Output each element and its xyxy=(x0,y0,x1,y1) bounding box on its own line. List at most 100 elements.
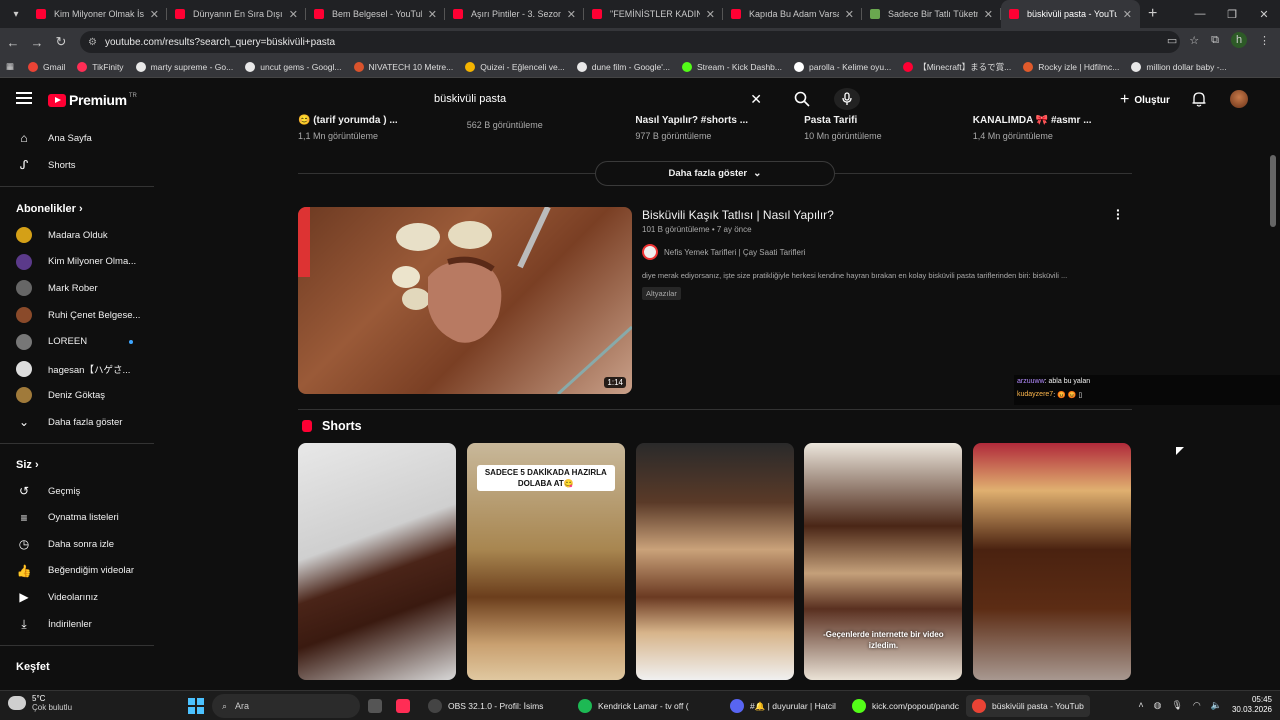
tab-close-icon[interactable]: ✕ xyxy=(428,8,437,21)
cast-icon[interactable]: ▭ xyxy=(1167,34,1177,47)
scrollbar-thumb[interactable] xyxy=(1270,155,1276,227)
taskbar-app[interactable]: Kendrick Lamar - tv off ( xyxy=(578,695,689,717)
search-input[interactable]: büskivüli pasta ✕ xyxy=(424,88,784,110)
menu-icon[interactable] xyxy=(16,92,32,104)
extensions-icon[interactable]: ⧉ xyxy=(1211,34,1219,47)
apps-grid-icon[interactable]: ▦ xyxy=(6,61,14,72)
short-thumbnail[interactable] xyxy=(635,443,794,680)
forward-icon[interactable]: → xyxy=(26,31,48,53)
short-result-caption[interactable]: 😊 (tarif yorumda ) ... 1,1 Mn görüntüleme xyxy=(298,115,398,141)
video-channel[interactable]: Nefis Yemek Tarifleri | Çay Saati Tarifl… xyxy=(642,244,805,260)
clock[interactable]: 05:45 30.03.2026 xyxy=(1232,695,1272,715)
short-result-caption[interactable]: KANALIMDA 🎀 #asmr ... 1,4 Mn görüntüleme xyxy=(973,115,1092,141)
tab-close-icon[interactable]: ✕ xyxy=(845,8,854,21)
browser-menu-icon[interactable]: ⋮ xyxy=(1259,34,1270,47)
browser-tab[interactable]: Kim Milyoner Olmak İster ✕ xyxy=(28,0,167,28)
youtube-logo[interactable]: Premium TR xyxy=(48,92,137,108)
short-result-caption[interactable]: Pasta Tarifi 10 Mn görüntüleme xyxy=(804,115,882,141)
new-tab-button[interactable]: + xyxy=(1148,5,1157,23)
weather-widget[interactable]: 5°C Çok bulutlu xyxy=(8,694,72,712)
browser-tab[interactable]: Aşırı Pintiler - 3. Sezon 2 ✕ xyxy=(445,0,584,28)
sidebar-item-you[interactable]: ⤓ İndirilenler xyxy=(0,611,154,637)
bookmark-item[interactable]: marty supreme - Go... xyxy=(135,61,233,73)
bookmark-item[interactable]: Quizei - Eğlenceli ve... xyxy=(465,61,565,73)
task-view-icon[interactable] xyxy=(368,695,388,717)
short-thumbnail[interactable] xyxy=(973,443,1132,680)
back-icon[interactable]: ← xyxy=(2,31,24,53)
tab-close-icon[interactable]: ✕ xyxy=(289,8,298,21)
tab-close-icon[interactable]: ✕ xyxy=(706,8,715,21)
search-icon[interactable] xyxy=(790,88,814,110)
subscriptions-header[interactable]: Abonelikler › xyxy=(16,203,83,215)
profile-avatar[interactable]: h xyxy=(1231,32,1247,48)
tab-search-button[interactable]: ▾ xyxy=(4,4,28,24)
minimize-icon[interactable]: — xyxy=(1184,0,1216,28)
bookmark-star-icon[interactable]: ☆ xyxy=(1189,34,1199,47)
browser-tab[interactable]: "FEMİNİSTLER KADINLARI ✕ xyxy=(584,0,723,28)
video-thumbnail[interactable]: 1:14 xyxy=(298,207,632,394)
sidebar-item-home[interactable]: ⌂ Ana Sayfa xyxy=(0,125,154,151)
bookmark-item[interactable]: Rocky izle | Hdfilmc... xyxy=(1023,61,1119,73)
sidebar-item-you[interactable]: ↺ Geçmiş xyxy=(0,478,154,504)
tray-app-icon[interactable]: ◍ xyxy=(1154,700,1162,711)
bookmark-item[interactable]: parolla - Kelime oyu... xyxy=(794,61,891,73)
bookmark-item[interactable]: Gmail xyxy=(28,61,65,73)
more-actions-icon[interactable]: · · · xyxy=(1116,203,1121,225)
browser-tab[interactable]: Sadece Bir Tatlı Tüketme ✕ xyxy=(862,0,1001,28)
restore-icon[interactable]: ❐ xyxy=(1216,0,1248,28)
taskbar-search[interactable]: ⌕ Ara xyxy=(212,694,360,718)
taskbar-app[interactable]: OBS 32.1.0 - Profil: İsims xyxy=(428,695,543,717)
sidebar-subscription[interactable]: Madara Olduk xyxy=(0,222,154,248)
browser-tab[interactable]: Dünyanın En Sıra Dışı Sol ✕ xyxy=(167,0,306,28)
sidebar-show-more[interactable]: ⌄ Daha fazla göster xyxy=(0,409,154,435)
url-field[interactable]: ⚙ youtube.com/results?search_query=büski… xyxy=(80,31,1180,53)
sidebar-item-you[interactable]: 👍 Beğendiğim videolar xyxy=(0,558,154,584)
bookmark-item[interactable]: TikFinity xyxy=(77,61,124,73)
sidebar-subscription[interactable]: Deniz Göktaş xyxy=(0,382,154,408)
site-info-icon[interactable]: ⚙ xyxy=(88,37,97,48)
tab-close-icon[interactable]: ✕ xyxy=(984,8,993,21)
sidebar-item-you[interactable]: ≡ Oynatma listeleri xyxy=(0,505,154,531)
clear-search-icon[interactable]: ✕ xyxy=(750,91,762,108)
browser-tab[interactable]: büskivüli pasta - YouTube ✕ xyxy=(1001,0,1140,28)
wifi-icon[interactable]: ◠ xyxy=(1193,700,1201,711)
browser-tab[interactable]: Bem Belgesel - YouTube ✕ xyxy=(306,0,445,28)
notifications-bell-icon[interactable] xyxy=(1192,91,1206,110)
bookmark-item[interactable]: dune film - Google'... xyxy=(576,61,670,73)
tiktok-app-icon[interactable] xyxy=(396,695,416,717)
microphone-icon[interactable] xyxy=(834,88,860,110)
create-button[interactable]: + Oluştur xyxy=(1120,91,1170,109)
short-result-caption[interactable]: 562 B görüntüleme xyxy=(467,115,543,130)
you-header[interactable]: Siz › xyxy=(16,459,39,471)
short-result-caption[interactable]: Nasıl Yapılır? #shorts ... 977 B görüntül… xyxy=(635,115,748,141)
bookmark-item[interactable]: Stream - Kick Dashb... xyxy=(681,61,782,73)
sidebar-item-you[interactable]: ◷ Daha sonra izle xyxy=(0,531,154,557)
microphone-tray-icon[interactable]: 🎙 xyxy=(1171,700,1182,711)
volume-icon[interactable]: 🔈 xyxy=(1211,700,1222,711)
bookmark-item[interactable]: million dollar baby -... xyxy=(1131,61,1227,73)
video-title[interactable]: Bisküvili Kaşık Tatlısı | Nasıl Yapılır? xyxy=(642,208,834,222)
short-thumbnail[interactable] xyxy=(298,443,456,680)
sidebar-subscription[interactable]: Mark Rober xyxy=(0,275,154,301)
taskbar-app[interactable]: #🔔 | duyurular | Hatcil xyxy=(730,695,836,717)
chevron-up-icon[interactable]: ˄ xyxy=(1138,700,1143,710)
bookmark-item[interactable]: 【Minecraft】まるで賞... xyxy=(903,61,1011,73)
short-thumbnail[interactable]: -Geçenlerde internette bir video izledim… xyxy=(804,443,963,680)
show-more-button[interactable]: Daha fazla göster ⌄ xyxy=(595,161,835,186)
close-window-icon[interactable]: ✕ xyxy=(1248,0,1280,28)
bookmark-item[interactable]: uncut gems - Googl... xyxy=(245,61,342,73)
start-button[interactable] xyxy=(188,698,204,714)
reload-icon[interactable]: ↻ xyxy=(50,31,72,53)
browser-tab[interactable]: Kapıda Bu Adam Varsa Sa ✕ xyxy=(723,0,862,28)
sidebar-subscription[interactable]: Kim Milyoner Olma... xyxy=(0,249,154,275)
short-thumbnail[interactable]: SADECE 5 DAKİKADA HAZIRLA DOLABA AT😋 xyxy=(466,443,625,680)
taskbar-app[interactable]: büskivüli pasta - YouTub xyxy=(966,695,1090,717)
account-avatar[interactable] xyxy=(1230,90,1248,108)
tab-close-icon[interactable]: ✕ xyxy=(150,8,159,21)
sidebar-item-you[interactable]: ▶ Videolarınız xyxy=(0,584,154,610)
sidebar-subscription[interactable]: Ruhi Çenet Belgese... xyxy=(0,302,154,328)
sidebar-item-shorts[interactable]: ᔑ Shorts xyxy=(0,152,154,178)
taskbar-app[interactable]: kick.com/popout/pandc xyxy=(852,695,959,717)
tab-close-icon[interactable]: ✕ xyxy=(567,8,576,21)
sidebar-subscription[interactable]: hagesan【ハゲさ... xyxy=(0,356,154,382)
